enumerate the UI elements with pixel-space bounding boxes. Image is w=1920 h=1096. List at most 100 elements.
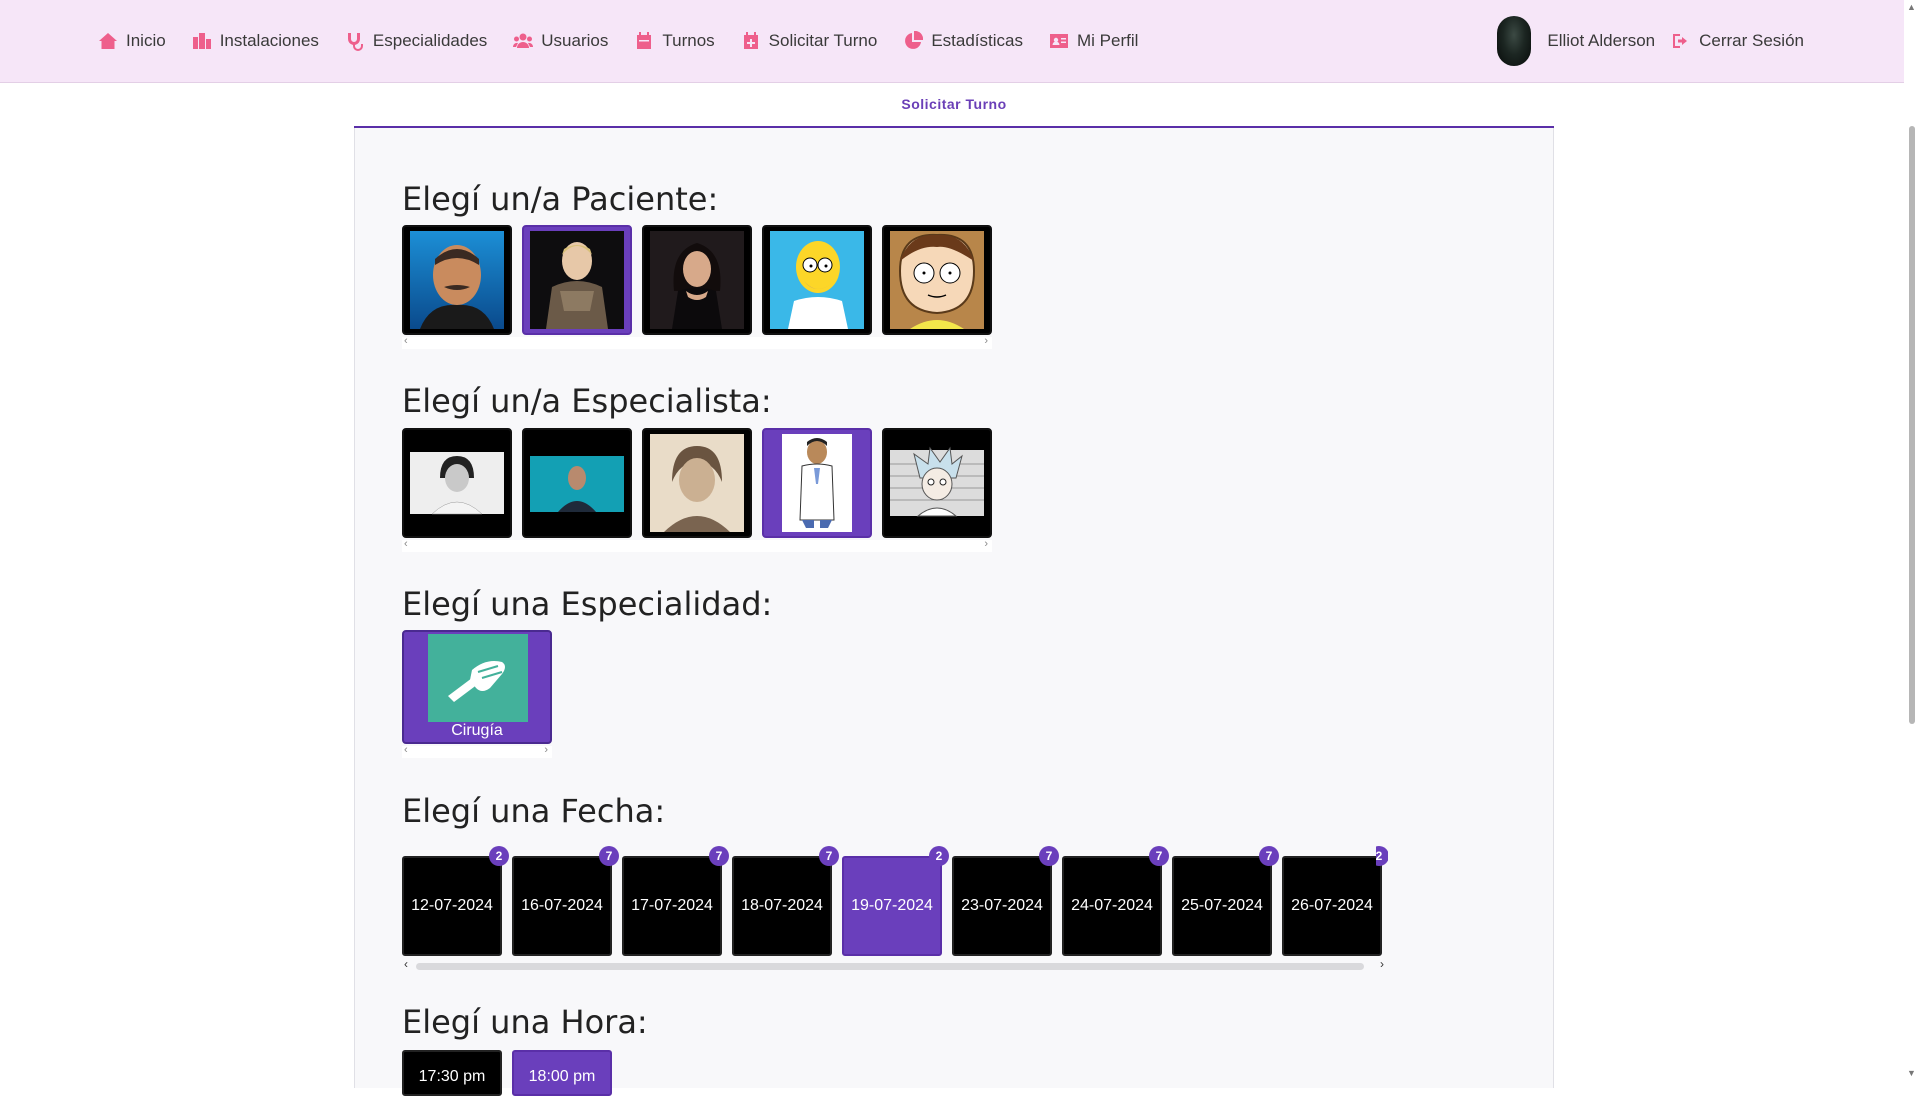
nav-item-especialidades[interactable]: Especialidades (345, 31, 487, 51)
date-label: 17-07-2024 (631, 897, 713, 914)
scrollbar-thumb[interactable] (1909, 126, 1915, 724)
patient-option-selected[interactable] (522, 225, 632, 335)
sign-out-icon (1673, 34, 1688, 48)
slot-count-badge: 7 (1039, 846, 1059, 866)
specialty-carousel-scrollbar[interactable]: ‹ › (402, 744, 552, 758)
date-option[interactable]: 18-07-2024 (732, 856, 832, 956)
scroll-right-icon[interactable]: › (544, 744, 548, 756)
patient-option[interactable] (882, 225, 992, 335)
avatar[interactable] (1497, 16, 1532, 66)
nav-item-inicio[interactable]: Inicio (98, 31, 166, 51)
date-option[interactable]: 16-07-2024 (512, 856, 612, 956)
date-label: 25-07-2024 (1181, 897, 1263, 914)
specialty-label: Cirugía (451, 722, 503, 739)
hour-label: 18:00 pm (528, 1068, 596, 1085)
date-option[interactable]: 12-07-2024 (402, 856, 502, 956)
users-icon (513, 33, 534, 48)
specialist-option[interactable] (522, 428, 632, 538)
slot-count-badge: 2 (929, 846, 949, 866)
date-option[interactable]: 23-07-2024 (952, 856, 1052, 956)
section-title-especialista: Elegí un/a Especialista: (402, 382, 772, 420)
logout-button[interactable]: Cerrar Sesión (1671, 31, 1804, 51)
date-option[interactable]: 25-07-2024 (1172, 856, 1272, 956)
specialist-photo (782, 434, 852, 532)
id-card-icon (1049, 34, 1068, 48)
scroll-left-icon[interactable]: ‹ (404, 538, 408, 550)
specialty-option-selected[interactable]: Cirugía (402, 630, 552, 744)
slot-count-badge: 2 (489, 846, 509, 866)
patient-photo (770, 231, 864, 329)
nav-item-estadisticas[interactable]: Estadísticas (903, 31, 1023, 51)
scroll-left-icon[interactable]: ‹ (404, 744, 408, 756)
slot-count-badge: 2 (1376, 846, 1388, 866)
nav-item-label: Usuarios (541, 31, 609, 50)
patient-photo (410, 231, 504, 329)
scroll-down-icon[interactable]: ▼ (1907, 1068, 1916, 1078)
nav-item-turnos[interactable]: Turnos (634, 31, 715, 51)
section-title-hora: Elegí una Hora: (402, 1003, 648, 1041)
scroll-left-icon[interactable]: ‹ (404, 335, 408, 347)
slot-count-badge: 7 (709, 846, 729, 866)
page-scrollbar[interactable]: ▲ ▼ (1904, 0, 1920, 1080)
patient-carousel-scrollbar[interactable]: ‹ › (402, 335, 992, 349)
specialist-option[interactable] (882, 428, 992, 538)
specialist-option[interactable] (402, 428, 512, 538)
date-label: 23-07-2024 (961, 897, 1043, 914)
date-option-selected[interactable]: 19-07-2024 (842, 856, 942, 956)
nav-item-label: Estadísticas (931, 31, 1023, 50)
slot-count-badge: 7 (819, 846, 839, 866)
nav-item-label: Solicitar Turno (768, 31, 878, 50)
scrollbar-thumb[interactable] (416, 963, 1364, 970)
date-label: 26-07-2024 (1291, 897, 1373, 914)
scalpel-hand-icon (448, 661, 505, 702)
home-icon (99, 33, 117, 49)
date-option[interactable]: 17-07-2024 (622, 856, 722, 956)
tab-solicitar-turno[interactable]: Solicitar Turno (354, 82, 1554, 126)
scroll-right-icon[interactable]: › (984, 538, 988, 550)
patient-option[interactable] (642, 225, 752, 335)
date-carousel: 12-07-2024 16-07-2024 17-07-2024 18-07-2… (402, 856, 1388, 956)
pie-chart-icon (905, 31, 924, 49)
scroll-left-icon[interactable]: ‹ (404, 957, 408, 971)
date-option[interactable]: 26-07-2024 (1282, 856, 1382, 956)
specialist-carousel-scrollbar[interactable]: ‹ › (402, 538, 992, 552)
calendar-plus-icon (743, 32, 758, 49)
nav-item-label: Inicio (126, 31, 166, 50)
hour-label: 17:30 pm (418, 1068, 486, 1085)
date-carousel-scrollbar[interactable]: ‹ › (402, 957, 1388, 972)
hour-option-selected[interactable]: 18:00 pm (512, 1050, 612, 1096)
scroll-right-icon[interactable]: › (1380, 957, 1384, 971)
date-label: 19-07-2024 (851, 897, 933, 914)
nav-item-solicitar-turno[interactable]: Solicitar Turno (741, 31, 878, 51)
stethoscope-icon (347, 33, 363, 51)
nav-item-label: Instalaciones (219, 31, 319, 50)
nav-item-usuarios[interactable]: Usuarios (513, 31, 608, 51)
logout-label: Cerrar Sesión (1699, 31, 1804, 50)
specialist-option-selected[interactable] (762, 428, 872, 538)
slot-count-badge: 7 (1259, 846, 1279, 866)
patient-photo (890, 231, 984, 329)
section-title-especialidad: Elegí una Especialidad: (402, 585, 773, 623)
nav-item-instalaciones[interactable]: Instalaciones (192, 31, 319, 51)
nav-item-mi-perfil[interactable]: Mi Perfil (1049, 31, 1138, 51)
specialist-option[interactable] (642, 428, 752, 538)
specialist-photo (650, 434, 744, 532)
scroll-up-icon[interactable]: ▲ (1907, 2, 1916, 12)
specialist-carousel (402, 428, 992, 538)
section-title-paciente: Elegí un/a Paciente: (402, 180, 719, 218)
slot-count-badge: 7 (599, 846, 619, 866)
date-label: 18-07-2024 (741, 897, 823, 914)
hour-option[interactable]: 17:30 pm (402, 1050, 502, 1096)
scroll-right-icon[interactable]: › (984, 335, 988, 347)
nav-item-label: Turnos (662, 31, 715, 50)
patient-option[interactable] (402, 225, 512, 335)
date-option[interactable]: 24-07-2024 (1062, 856, 1162, 956)
nav-menu: Inicio Instalaciones Especialidades Usua… (98, 0, 1138, 82)
nav-item-label: Mi Perfil (1076, 31, 1139, 50)
user-area: Elliot Alderson Cerrar Sesión (1497, 0, 1804, 82)
date-label: 24-07-2024 (1071, 897, 1153, 914)
patient-option[interactable] (762, 225, 872, 335)
nav-item-label: Especialidades (372, 31, 488, 50)
building-icon (192, 33, 211, 49)
top-navbar: Inicio Instalaciones Especialidades Usua… (0, 0, 1904, 83)
